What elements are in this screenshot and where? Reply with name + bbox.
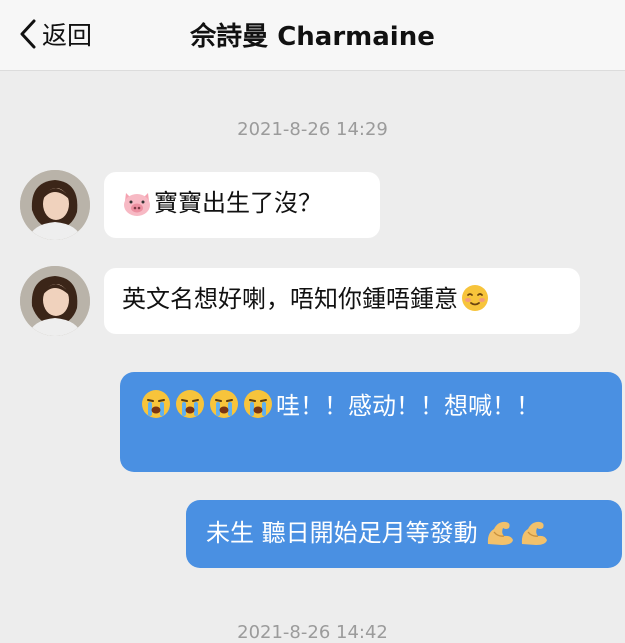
contact-avatar[interactable] [20, 170, 90, 240]
pig-face-icon [122, 189, 152, 226]
crying-face-icon [174, 388, 206, 429]
incoming-message-bubble[interactable]: 英文名想好喇，唔知你鍾唔鍾意 [104, 268, 580, 334]
flexed-biceps-icon [518, 517, 550, 556]
chat-header: 返回 佘詩曼 Charmaine [0, 0, 625, 71]
crying-face-icon [140, 388, 172, 429]
avatar-portrait-icon [20, 266, 90, 336]
avatar-portrait-icon [20, 170, 90, 240]
flexed-biceps-icon [484, 517, 516, 556]
message-timestamp: 2021-8-26 14:29 [237, 119, 388, 140]
smiling-face-icon [460, 283, 490, 322]
message-text: 哇！！感动！！想喊！！ [276, 392, 540, 420]
contact-avatar[interactable] [20, 266, 90, 336]
outgoing-message-bubble[interactable]: 未生 聽日開始足月等發動 [186, 500, 622, 568]
message-text: 寶寶出生了沒？ [154, 189, 322, 217]
chat-title: 佘詩曼 Charmaine [190, 22, 435, 52]
message-text: 未生 聽日開始足月等發動 [206, 519, 478, 547]
crying-face-icon [208, 388, 240, 429]
outgoing-message-bubble[interactable]: 哇！！感动！！想喊！！ [120, 372, 622, 472]
incoming-message-bubble[interactable]: 寶寶出生了沒？ [104, 172, 380, 238]
message-text: 英文名想好喇，唔知你鍾唔鍾意 [122, 285, 458, 313]
crying-face-icon [242, 388, 274, 429]
